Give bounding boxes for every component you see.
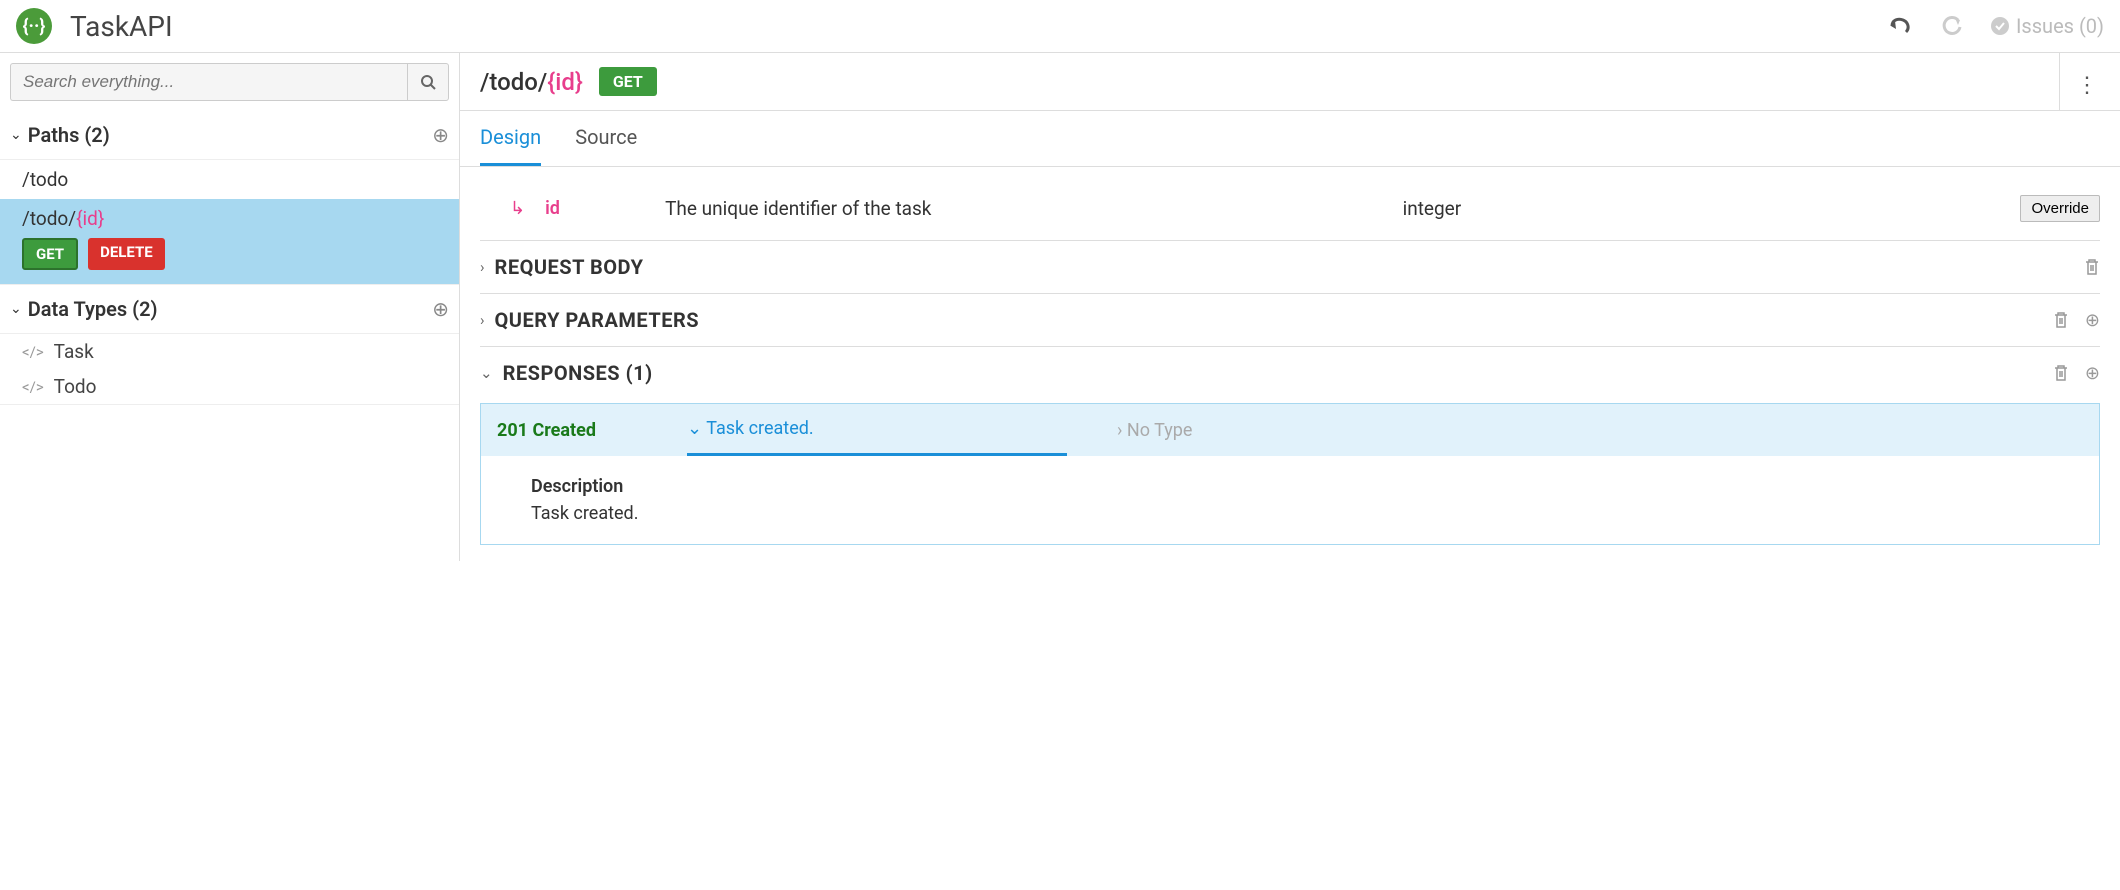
query-parameters-section[interactable]: › QUERY PARAMETERS ⊕ (480, 293, 2100, 346)
response-box: 201 Created ⌄ Task created. › No Type De… (480, 403, 2100, 545)
issues-button[interactable]: Issues (0) (1990, 14, 2104, 38)
search-row (0, 53, 459, 111)
param-type: integer (1403, 197, 2001, 220)
path-item-todo-id[interactable]: /todo/{id} GET DELETE (0, 199, 459, 284)
trash-icon[interactable] (2084, 258, 2100, 276)
chevron-right-icon: › (480, 311, 485, 329)
tab-design[interactable]: Design (480, 111, 541, 166)
top-bar: {··} TaskAPI Issues (0) (0, 0, 2120, 53)
request-body-section[interactable]: › REQUEST BODY (480, 240, 2100, 293)
sidebar: ⌄ Paths (2) ⊕ /todo /todo/{id} GET DELET… (0, 53, 460, 561)
add-query-param-icon[interactable]: ⊕ (2085, 310, 2100, 331)
datatype-item-task[interactable]: </> Task (0, 334, 459, 369)
header-method-badge: GET (599, 67, 657, 96)
description-text: Task created. (531, 503, 2049, 524)
chevron-down-icon: ⌄ (687, 418, 706, 439)
responses-section[interactable]: ⌄ RESPONSES (1) ⊕ (480, 346, 2100, 399)
undo-icon[interactable] (1888, 16, 1912, 36)
response-body: Description Task created. (481, 456, 2099, 544)
code-icon: </> (22, 343, 44, 361)
add-response-icon[interactable]: ⊕ (2085, 363, 2100, 384)
content-area: /todo/{id} GET ⋮ Design Source ↳ id The … (460, 53, 2120, 561)
search-input[interactable] (10, 63, 407, 101)
chevron-right-icon: › (480, 258, 485, 276)
paths-section-header[interactable]: ⌄ Paths (2) ⊕ (0, 111, 459, 160)
datatype-item-todo[interactable]: </> Todo (0, 369, 459, 404)
redo-icon[interactable] (1940, 15, 1962, 37)
arrow-right-icon: ↳ (510, 198, 525, 219)
topbar-actions: Issues (0) (1888, 14, 2104, 38)
param-name: id (545, 198, 645, 219)
chevron-down-icon: ⌄ (10, 127, 22, 143)
add-path-icon[interactable]: ⊕ (432, 123, 449, 147)
tabs: Design Source (460, 110, 2120, 167)
chevron-down-icon: ⌄ (10, 301, 22, 317)
description-label: Description (531, 476, 2049, 497)
datatypes-section-header[interactable]: ⌄ Data Types (2) ⊕ (0, 285, 459, 334)
path-item-todo[interactable]: /todo (0, 160, 459, 199)
content-path: /todo/{id} (480, 68, 583, 96)
kebab-menu-icon[interactable]: ⋮ (2076, 73, 2098, 98)
app-title: TaskAPI (70, 10, 1888, 43)
path-param-row: ↳ id The unique identifier of the task i… (480, 185, 2100, 240)
override-button[interactable]: Override (2020, 195, 2100, 222)
response-type[interactable]: › No Type (1117, 420, 1192, 441)
add-datatype-icon[interactable]: ⊕ (432, 297, 449, 321)
chevron-right-icon: › (1117, 420, 1127, 441)
trash-icon[interactable] (2053, 364, 2069, 382)
issues-label: Issues (0) (2016, 14, 2104, 38)
datatypes-title: Data Types (2) (28, 297, 433, 321)
response-head[interactable]: 201 Created ⌄ Task created. › No Type (481, 404, 2099, 456)
chevron-down-icon: ⌄ (480, 364, 493, 382)
search-icon (420, 74, 436, 90)
trash-icon[interactable] (2053, 311, 2069, 329)
app-logo: {··} (16, 8, 52, 44)
search-button[interactable] (407, 63, 449, 101)
param-description: The unique identifier of the task (665, 197, 1382, 220)
code-icon: </> (22, 378, 44, 396)
method-delete-badge[interactable]: DELETE (88, 238, 165, 270)
tab-source[interactable]: Source (575, 111, 637, 166)
content-header: /todo/{id} GET (460, 53, 2060, 110)
method-row: GET DELETE (22, 238, 437, 270)
response-status: 201 Created (497, 420, 637, 441)
method-get-badge[interactable]: GET (22, 238, 78, 270)
paths-title: Paths (2) (28, 123, 433, 147)
response-summary[interactable]: ⌄ Task created. (687, 418, 1067, 456)
